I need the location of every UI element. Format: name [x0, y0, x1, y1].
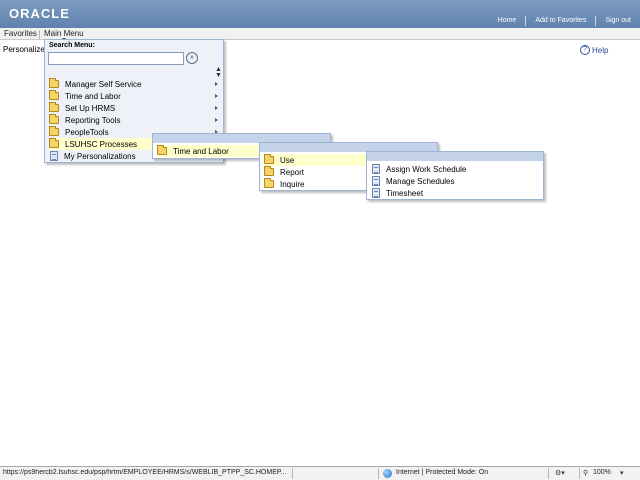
folder-icon	[264, 166, 274, 176]
menu-item-reporting-tools[interactable]: Reporting Tools	[49, 114, 221, 126]
add-ons-icon[interactable]: ⚙▾	[555, 469, 565, 477]
menu-item-label: Use	[280, 155, 295, 165]
menu-item-label: Inquire	[280, 179, 305, 189]
status-url: https://ps9hercb2.lsuhsc.edu/psp/hrtm/EM…	[3, 469, 287, 476]
document-icon	[372, 176, 380, 186]
menu-item-label: Time and Labor	[173, 146, 229, 156]
favorites-menu[interactable]: Favorites	[4, 29, 37, 38]
menu-item-label: Timesheet	[386, 188, 424, 198]
folder-icon	[49, 114, 59, 124]
menu-item-label: Set Up HRMS	[65, 103, 116, 113]
app-header: ORACLE Home Add to Favorites Sign out	[0, 0, 640, 28]
status-divider	[548, 468, 549, 479]
status-divider	[292, 468, 293, 479]
document-icon	[50, 151, 58, 161]
submenu-item-use[interactable]: Use	[264, 154, 367, 166]
submenu-item-timesheet[interactable]: Timesheet	[371, 187, 541, 199]
browser-status-bar: https://ps9hercb2.lsuhsc.edu/psp/hrtm/EM…	[0, 466, 640, 480]
chevron-right-icon	[215, 82, 218, 86]
sign-out-link[interactable]: Sign out	[595, 16, 640, 26]
zoom-level[interactable]: 100%	[593, 469, 611, 476]
status-divider	[579, 468, 580, 479]
globe-icon	[383, 469, 392, 478]
add-to-favorites-link[interactable]: Add to Favorites	[525, 16, 595, 26]
menu-item-label: Manage Schedules	[386, 176, 455, 186]
menu-item-label: LSUHSC Processes	[65, 139, 138, 149]
menu-item-label: Time and Labor	[65, 91, 121, 101]
help-icon: ?	[580, 45, 590, 55]
menu-item-label: Manager Self Service	[65, 79, 142, 89]
search-menu-label: Search Menu:	[49, 42, 95, 49]
personalize-link[interactable]: Personalize	[3, 45, 45, 54]
menu-item-label: PeopleTools	[65, 127, 109, 137]
search-menu-input[interactable]	[48, 52, 184, 65]
submenu-item-inquire[interactable]: Inquire	[264, 178, 367, 190]
chevron-right-icon	[215, 94, 218, 98]
oracle-logo: ORACLE	[9, 6, 70, 21]
submenu-item-time-and-labor[interactable]: Time and Labor	[157, 145, 260, 157]
use-submenu: Assign Work Schedule Manage Schedules Ti…	[366, 151, 544, 200]
header-links: Home Add to Favorites Sign out	[489, 16, 640, 26]
folder-icon	[157, 145, 167, 155]
zoom-dropdown-icon[interactable]: ▾	[620, 469, 624, 477]
help-label: Help	[592, 45, 609, 55]
submenu-header	[367, 152, 543, 161]
folder-icon	[264, 154, 274, 164]
security-zone: Internet | Protected Mode: On	[396, 469, 489, 476]
menu-divider	[39, 30, 40, 39]
folder-icon	[49, 126, 59, 136]
status-divider	[378, 468, 379, 479]
chevron-right-icon	[215, 118, 218, 122]
menu-item-manager-self-service[interactable]: Manager Self Service	[49, 78, 221, 90]
menu-item-label: Reporting Tools	[65, 115, 121, 125]
menu-item-label: Report	[280, 167, 305, 177]
browser-window: ORACLE Home Add to Favorites Sign out Fa…	[0, 0, 640, 480]
main-menu-label: Main Menu	[44, 29, 84, 38]
zoom-icon: ⚲	[583, 470, 589, 477]
document-icon	[372, 164, 380, 174]
favorites-label: Favorites	[4, 29, 37, 38]
folder-icon	[49, 138, 59, 148]
document-icon	[372, 188, 380, 198]
menu-item-set-up-hrms[interactable]: Set Up HRMS	[49, 102, 221, 114]
chevron-right-icon	[215, 106, 218, 110]
folder-icon	[264, 178, 274, 188]
folder-icon	[49, 78, 59, 88]
submenu-item-report[interactable]: Report	[264, 166, 367, 178]
menu-item-time-and-labor[interactable]: Time and Labor	[49, 90, 221, 102]
help-link[interactable]: ? Help	[580, 45, 608, 55]
folder-icon	[49, 90, 59, 100]
home-link[interactable]: Home	[489, 16, 526, 26]
search-go-button[interactable]: »	[186, 52, 198, 64]
submenu-item-assign-work-schedule[interactable]: Assign Work Schedule	[371, 163, 541, 175]
menu-item-label: My Personalizations	[64, 151, 136, 161]
folder-icon	[49, 102, 59, 112]
menu-item-label: Assign Work Schedule	[386, 164, 467, 174]
submenu-item-manage-schedules[interactable]: Manage Schedules	[371, 175, 541, 187]
